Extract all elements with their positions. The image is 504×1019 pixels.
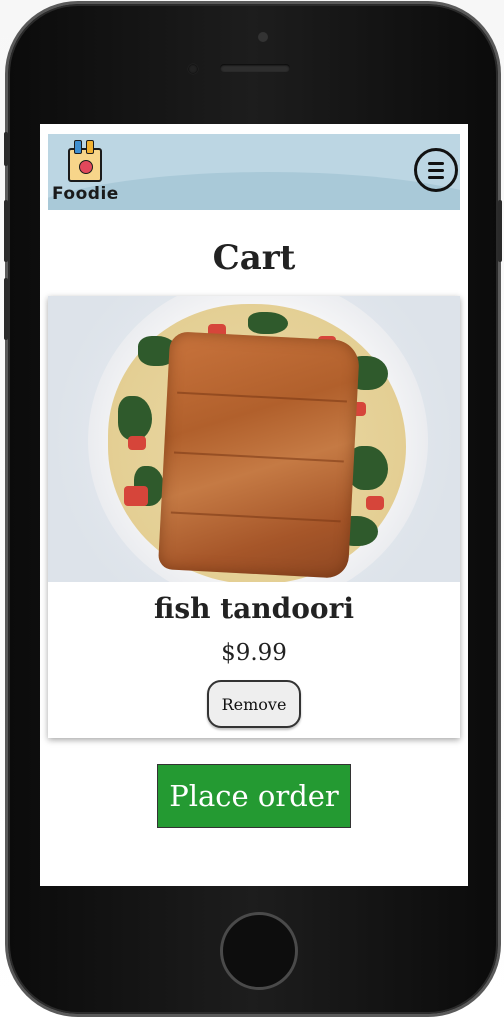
cart-item-price: $9.99 <box>221 640 287 666</box>
food-image <box>48 296 460 582</box>
power-button <box>498 200 502 262</box>
bag-item-icon <box>86 140 94 154</box>
spinach <box>248 312 288 334</box>
logo-text: Foodie <box>52 184 119 204</box>
spinach <box>118 396 152 440</box>
menu-line <box>428 161 444 165</box>
front-camera-icon <box>188 64 198 74</box>
silent-switch <box>4 132 8 166</box>
tomato <box>366 496 384 510</box>
cart-item-name: fish tandoori <box>154 592 354 625</box>
foodie-logo[interactable]: Foodie <box>52 138 136 206</box>
device-mockup: Foodie Cart fish tandoori $9.99 Remove P… <box>0 0 504 1019</box>
app-header: Foodie <box>48 134 460 210</box>
hamburger-menu-icon[interactable] <box>414 148 458 192</box>
volume-down-button <box>4 278 8 340</box>
remove-button[interactable]: Remove <box>207 680 301 728</box>
place-order-button[interactable]: Place order <box>157 764 351 828</box>
grocery-bag-icon <box>68 140 102 182</box>
volume-up-button <box>4 200 8 262</box>
earpiece-speaker <box>220 64 290 72</box>
home-button[interactable] <box>220 912 298 990</box>
salmon-texture <box>173 451 344 463</box>
salmon-fillet <box>157 331 361 579</box>
app-screen: Foodie Cart fish tandoori $9.99 Remove P… <box>40 124 468 886</box>
logo-emblem-icon <box>79 160 93 174</box>
cart-item-card: fish tandoori $9.99 Remove <box>48 296 460 738</box>
bag-item-icon <box>74 140 82 154</box>
sensor-icon <box>258 32 268 42</box>
salmon-texture <box>170 511 341 523</box>
tomato <box>124 486 148 506</box>
menu-line <box>428 168 444 172</box>
page-title: Cart <box>212 238 296 278</box>
tomato <box>128 436 146 450</box>
menu-line <box>428 175 444 179</box>
salmon-texture <box>177 391 347 403</box>
